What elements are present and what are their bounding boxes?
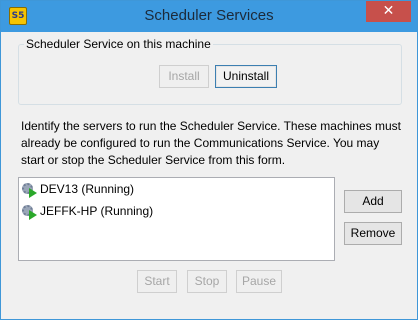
uninstall-button[interactable]: Uninstall	[215, 65, 277, 88]
list-item[interactable]: JEFFK-HP (Running)	[22, 202, 153, 220]
pause-button[interactable]: Pause	[236, 270, 282, 293]
list-item[interactable]: DEV13 (Running)	[22, 180, 134, 198]
server-label: DEV13 (Running)	[40, 182, 135, 196]
machine-service-group: Scheduler Service on this machine Instal…	[18, 37, 402, 105]
title-bar[interactable]: S5 Scheduler Services ✕	[1, 1, 417, 32]
install-button[interactable]: Install	[159, 65, 209, 88]
running-service-icon	[22, 203, 38, 220]
running-service-icon	[22, 181, 38, 198]
window-title: Scheduler Services	[144, 7, 274, 24]
start-button[interactable]: Start	[137, 270, 177, 293]
remove-button[interactable]: Remove	[344, 222, 402, 245]
server-list[interactable]: DEV13 (Running) JEFFK-HP (Running)	[18, 177, 335, 261]
dialog-body: Scheduler Service on this machine Instal…	[9, 32, 409, 313]
group-label: Scheduler Service on this machine	[24, 37, 213, 51]
stop-button[interactable]: Stop	[187, 270, 227, 293]
server-label: JEFFK-HP (Running)	[40, 204, 154, 218]
close-button[interactable]: ✕	[366, 1, 411, 22]
scheduler-services-window: S5 Scheduler Services ✕ Scheduler Servic…	[0, 0, 418, 320]
add-button[interactable]: Add	[344, 190, 402, 213]
description-text: Identify the servers to run the Schedule…	[21, 119, 401, 167]
